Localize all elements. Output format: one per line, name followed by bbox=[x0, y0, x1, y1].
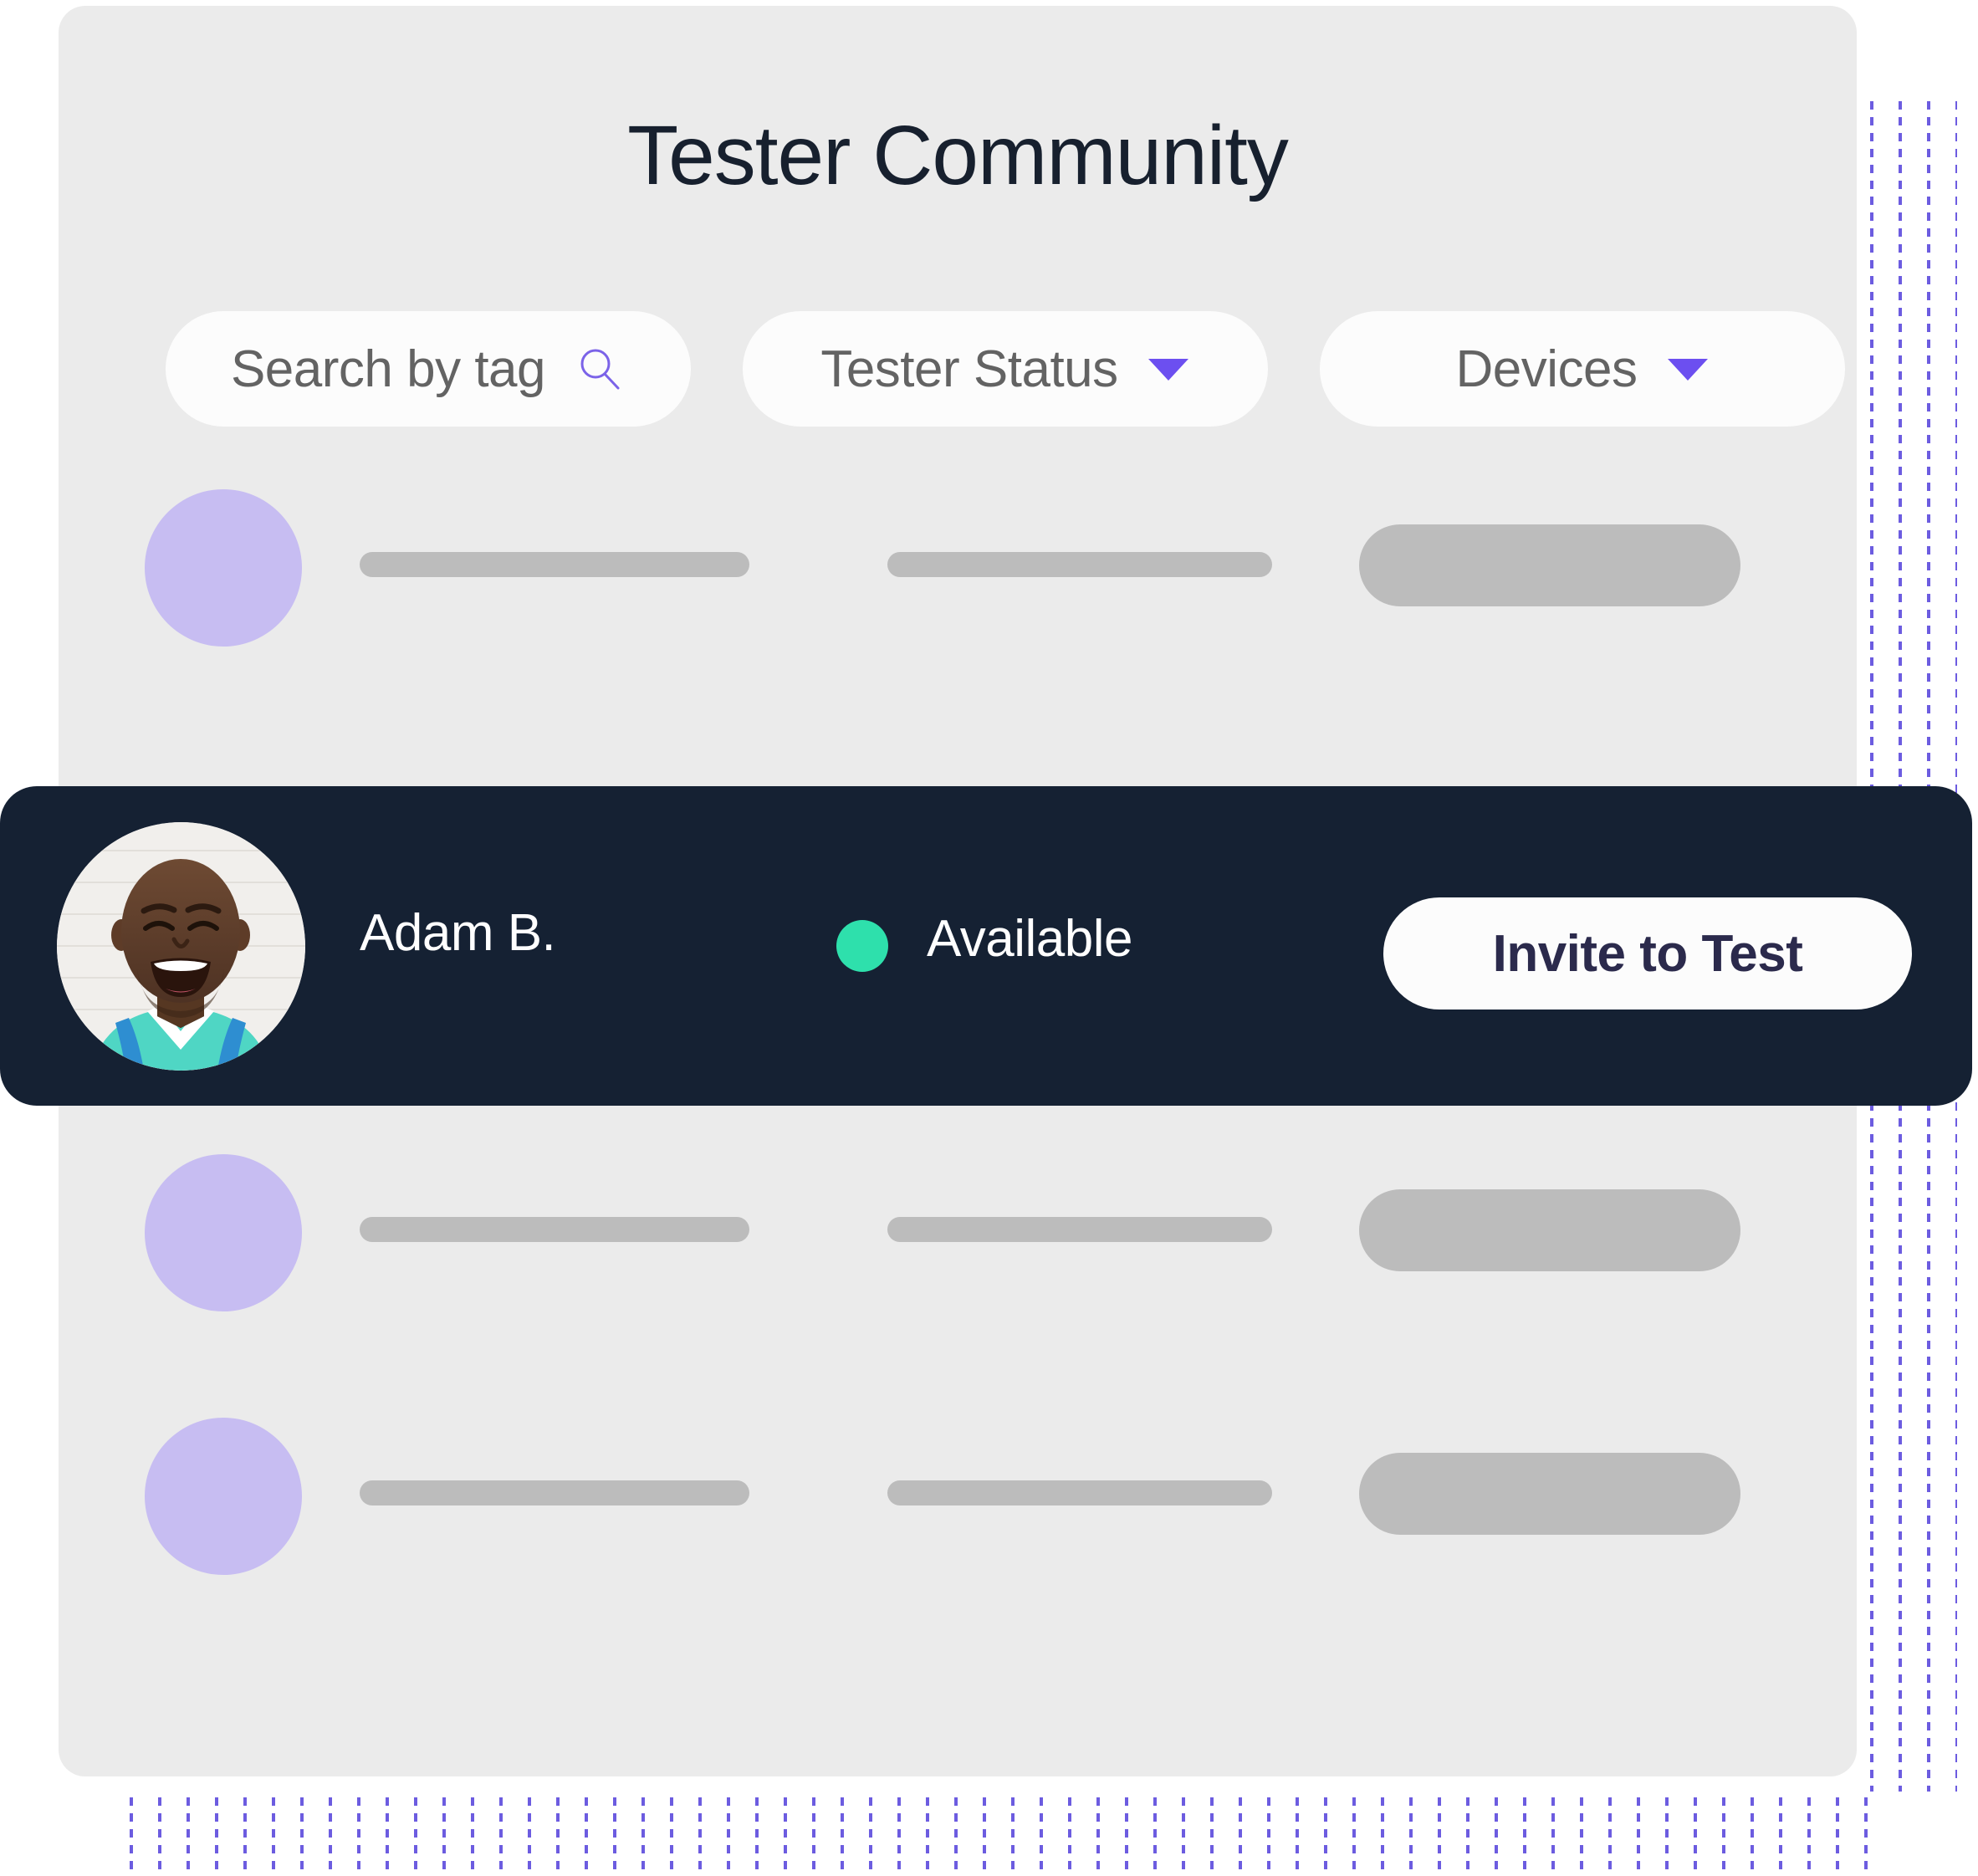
list-item[interactable] bbox=[59, 1148, 1857, 1315]
chevron-down-icon[interactable] bbox=[1666, 355, 1710, 382]
placeholder-invite-button[interactable] bbox=[1359, 524, 1740, 606]
placeholder-bar-name bbox=[360, 552, 749, 577]
page-title: Tester Community bbox=[627, 109, 1289, 202]
avatar bbox=[57, 822, 305, 1071]
list-item[interactable] bbox=[59, 483, 1857, 650]
avatar bbox=[145, 1154, 302, 1311]
search-input[interactable]: Search by tag bbox=[166, 311, 691, 427]
status-badge-label: Available bbox=[927, 910, 1132, 968]
placeholder-bar-status bbox=[887, 1217, 1272, 1242]
placeholder-bar-name bbox=[360, 1217, 749, 1242]
invite-to-test-button[interactable]: Invite to Test bbox=[1383, 897, 1912, 1010]
decorative-dot-grid-bottom bbox=[130, 1790, 1869, 1876]
placeholder-invite-button[interactable] bbox=[1359, 1453, 1740, 1535]
tester-status-dropdown[interactable]: Tester Status bbox=[743, 311, 1268, 427]
search-icon[interactable] bbox=[574, 343, 626, 395]
status-badge-dot bbox=[836, 920, 888, 972]
list-item[interactable] bbox=[59, 1411, 1857, 1578]
avatar bbox=[145, 1418, 302, 1575]
placeholder-bar-status bbox=[887, 1480, 1272, 1505]
placeholder-bar-status bbox=[887, 552, 1272, 577]
placeholder-bar-name bbox=[360, 1480, 749, 1505]
devices-dropdown[interactable]: Devices bbox=[1320, 311, 1845, 427]
filter-bar: Search by tag Tester Status Devices bbox=[107, 311, 1845, 427]
devices-label: Devices bbox=[1455, 340, 1638, 398]
search-placeholder: Search by tag bbox=[230, 340, 546, 398]
placeholder-invite-button[interactable] bbox=[1359, 1189, 1740, 1271]
avatar bbox=[145, 489, 302, 647]
tester-status-label: Tester Status bbox=[820, 340, 1118, 398]
chevron-down-icon[interactable] bbox=[1147, 355, 1190, 382]
tester-name: Adam B. bbox=[360, 904, 556, 962]
